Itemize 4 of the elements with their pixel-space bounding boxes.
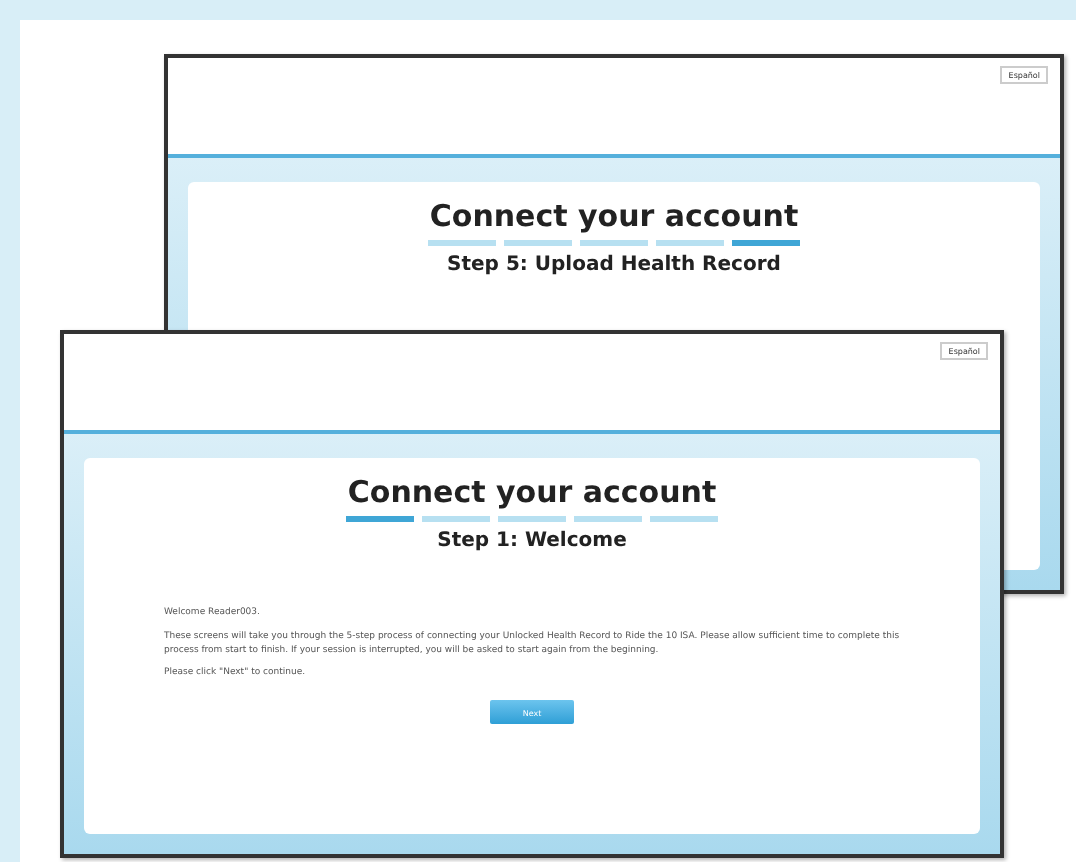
step-title: Step 5: Upload Health Record: [447, 254, 781, 276]
step-title: Step 1: Welcome: [437, 530, 627, 552]
page-title: Connect your account: [347, 474, 717, 510]
page-title: Connect your account: [429, 198, 799, 234]
